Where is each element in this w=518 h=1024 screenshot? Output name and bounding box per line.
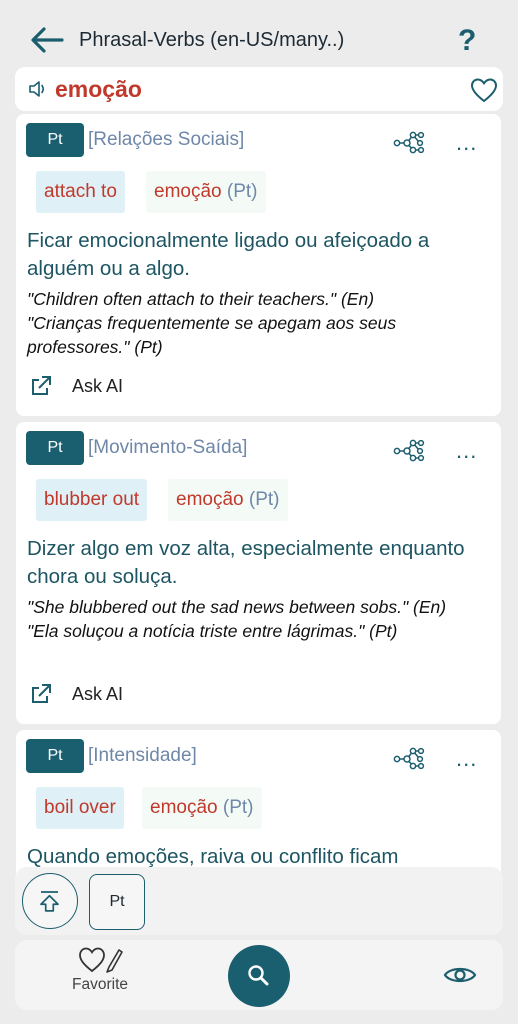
top-bar: Phrasal-Verbs (en-US/many..) ? bbox=[0, 0, 518, 70]
more-options-button[interactable]: ... bbox=[456, 438, 477, 464]
example-en: "She blubbered out the sad news between … bbox=[27, 597, 447, 617]
translation-word: emoção bbox=[154, 181, 222, 202]
phrasal-verb-chip[interactable]: blubber out bbox=[36, 479, 148, 521]
arrow-up-to-top-icon bbox=[40, 891, 59, 912]
translation-lang: (Pt) bbox=[248, 489, 280, 510]
example-pt: "Ela soluçou a notícia triste entre lágr… bbox=[27, 621, 398, 641]
network-graph-icon[interactable] bbox=[392, 436, 426, 464]
more-options-button[interactable]: ... bbox=[456, 746, 477, 772]
category-label: [Relações Sociais] bbox=[88, 129, 245, 150]
app-root: Phrasal-Verbs (en-US/many..) ? emoção Pt… bbox=[0, 0, 518, 1024]
ask-ai-label: Ask AI bbox=[72, 376, 124, 396]
external-link-icon bbox=[32, 376, 51, 395]
search-word: emoção bbox=[55, 76, 142, 102]
speaker-icon[interactable] bbox=[28, 79, 50, 99]
result-card: Pt [Movimento-Saída] ... blubber out emo… bbox=[16, 422, 501, 724]
category-label: [Movimento-Saída] bbox=[88, 437, 248, 458]
translation-chip[interactable]: emoção (Pt) bbox=[142, 787, 262, 829]
search-icon bbox=[248, 965, 269, 986]
back-arrow-icon[interactable] bbox=[30, 26, 64, 54]
translation-lang: (Pt) bbox=[222, 797, 254, 818]
scroll-to-top-button[interactable] bbox=[22, 873, 78, 929]
language-button[interactable]: Pt bbox=[89, 874, 145, 930]
translation-chip[interactable]: emoção (Pt) bbox=[168, 479, 288, 521]
help-button[interactable]: ? bbox=[458, 24, 476, 58]
definition-text: Ficar emocionalmente ligado ou afeiçoado… bbox=[27, 229, 430, 280]
search-word-bar: emoção bbox=[15, 67, 503, 111]
eye-icon[interactable] bbox=[443, 964, 477, 986]
more-options-button[interactable]: ... bbox=[456, 130, 477, 156]
lang-badge[interactable]: Pt bbox=[26, 739, 84, 773]
network-graph-icon[interactable] bbox=[392, 128, 426, 156]
results-list[interactable]: Pt [Relações Sociais] ... attach to emoç… bbox=[0, 112, 518, 874]
translation-lang: (Pt) bbox=[226, 181, 258, 202]
ask-ai-label: Ask AI bbox=[72, 684, 124, 704]
lang-badge[interactable]: Pt bbox=[26, 123, 84, 157]
external-link-icon bbox=[32, 684, 51, 703]
page-title: Phrasal-Verbs (en-US/many..) bbox=[79, 29, 345, 51]
network-graph-icon[interactable] bbox=[392, 744, 426, 772]
phrasal-verb-chip[interactable]: boil over bbox=[36, 787, 124, 829]
definition-text: Dizer algo em voz alta, especialmente en… bbox=[27, 537, 465, 588]
translation-word: emoção bbox=[176, 489, 244, 510]
result-card: Pt [Relações Sociais] ... attach to emoç… bbox=[16, 114, 501, 416]
ask-ai-button[interactable]: Ask AI bbox=[30, 374, 170, 402]
floating-actions: Pt bbox=[15, 867, 503, 935]
examples-block: "She blubbered out the sad news between … bbox=[27, 595, 491, 643]
translation-word: emoção bbox=[150, 797, 218, 818]
lang-badge[interactable]: Pt bbox=[26, 431, 84, 465]
translation-chip[interactable]: emoção (Pt) bbox=[146, 171, 266, 213]
search-button[interactable] bbox=[228, 945, 290, 1007]
example-pt: "Crianças frequentemente se apegam aos s… bbox=[27, 313, 397, 357]
bottom-nav: Favorite bbox=[15, 940, 503, 1010]
ask-ai-button[interactable]: Ask AI bbox=[30, 682, 170, 710]
heart-pencil-icon bbox=[79, 947, 123, 973]
result-card: Pt [Intensidade] ... boil over emoção (P… bbox=[16, 730, 501, 874]
example-en: "Children often attach to their teachers… bbox=[27, 289, 375, 309]
category-label: [Intensidade] bbox=[88, 745, 197, 766]
favorite-heart-icon[interactable] bbox=[470, 77, 498, 103]
examples-block: "Children often attach to their teachers… bbox=[27, 287, 491, 359]
favorite-label: Favorite bbox=[72, 976, 128, 993]
phrasal-verb-chip[interactable]: attach to bbox=[36, 171, 125, 213]
